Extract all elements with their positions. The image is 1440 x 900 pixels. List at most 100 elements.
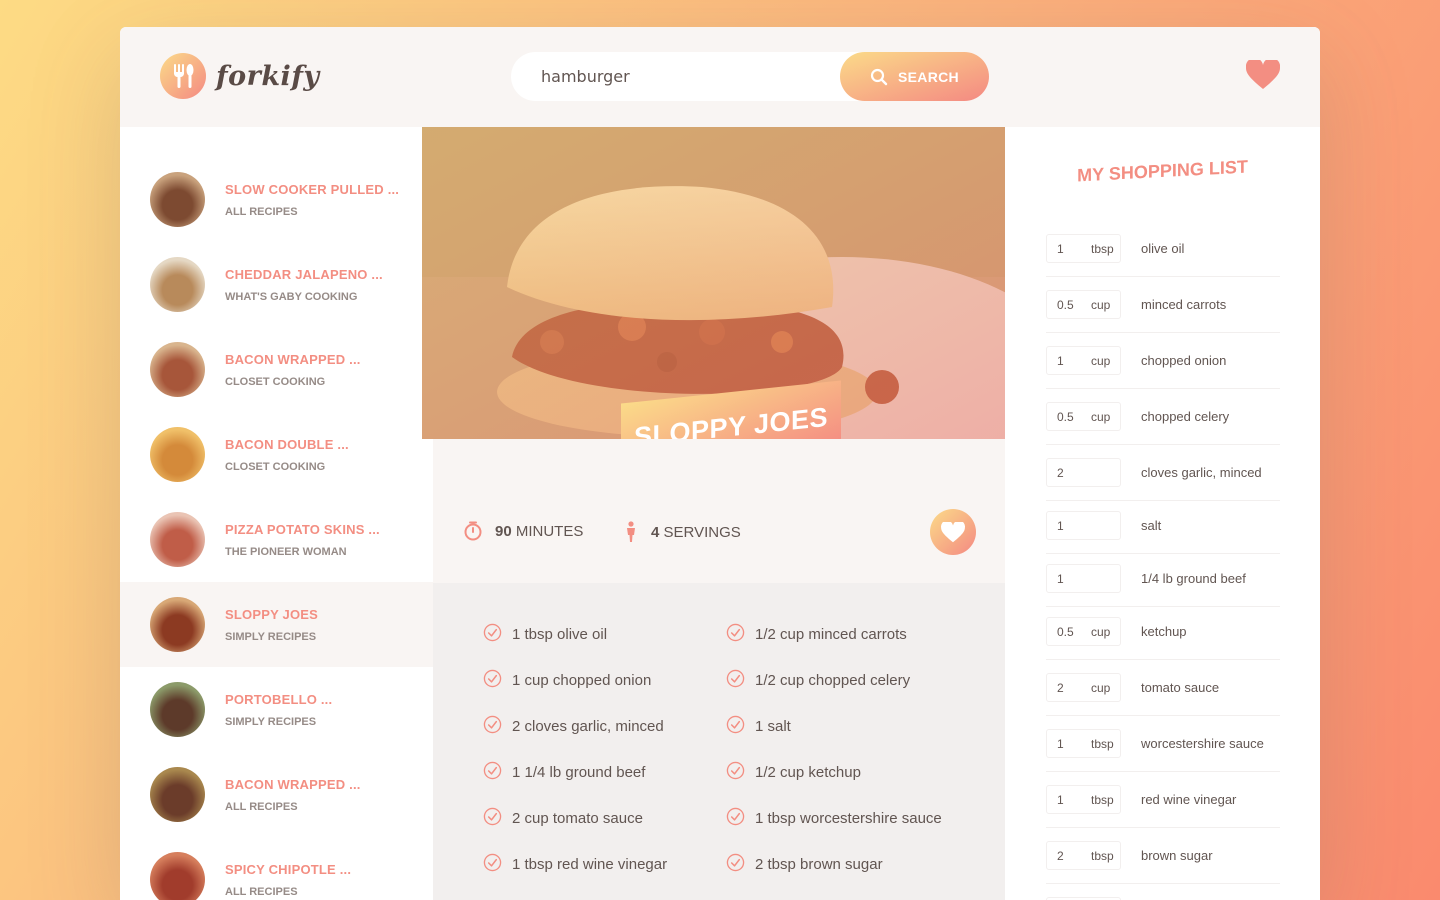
- result-item-active[interactable]: SLOPPY JOES SIMPLY RECIPES: [120, 582, 433, 667]
- shopping-count-field[interactable]: 0.5 cup: [1046, 402, 1121, 431]
- shopping-count-value[interactable]: 2: [1057, 466, 1091, 480]
- ingredient-item: 1 1/4 lb ground beef: [483, 761, 645, 784]
- check-icon: [483, 807, 502, 830]
- result-title: BACON WRAPPED ...: [225, 351, 361, 367]
- shopping-item: 1 tbsp red wine vinegar: [1046, 772, 1280, 828]
- ingredient-item: 1 cup chopped onion: [483, 669, 651, 692]
- result-title: CHEDDAR JALAPENO ...: [225, 266, 383, 282]
- heart-icon: [941, 521, 965, 542]
- ingredient-text: 1/2 cup minced carrots: [755, 626, 907, 643]
- logo[interactable]: forkify: [160, 53, 320, 99]
- brand-name: forkify: [216, 60, 320, 92]
- result-author: ALL RECIPES: [225, 800, 298, 813]
- search-button[interactable]: SEARCH: [840, 52, 989, 101]
- result-item[interactable]: CHEDDAR JALAPENO ... WHAT'S GABY COOKING: [120, 242, 433, 327]
- shopping-count-value[interactable]: 2: [1057, 681, 1091, 695]
- check-icon: [483, 669, 502, 692]
- shopping-count-value[interactable]: 1: [1057, 354, 1091, 368]
- result-thumbnail: [150, 682, 205, 737]
- result-title: SPICY CHIPOTLE ...: [225, 861, 352, 877]
- shopping-description: brown sugar: [1141, 848, 1213, 863]
- shopping-unit: cup: [1091, 680, 1111, 695]
- shopping-count-field[interactable]: 0.5 cup: [1046, 617, 1121, 646]
- result-author: ALL RECIPES: [225, 205, 298, 218]
- result-thumbnail: [150, 597, 205, 652]
- shopping-count-field[interactable]: 1 tbsp: [1046, 785, 1121, 814]
- check-icon: [483, 715, 502, 738]
- app-window: forkify SEARCH SLOW COOKER PULLED ...: [120, 27, 1320, 900]
- shopping-count-value[interactable]: 0.5: [1057, 298, 1091, 312]
- ingredient-item: 1 salt: [726, 715, 791, 738]
- shopping-list-heading: MY SHOPPING LIST: [1077, 156, 1248, 186]
- shopping-item: 1pinch ground cloves: [1046, 884, 1280, 900]
- shopping-count-field[interactable]: 2 cup: [1046, 673, 1121, 702]
- shopping-count-value[interactable]: 0.5: [1057, 625, 1091, 639]
- results-list: SLOW COOKER PULLED ... ALL RECIPES CHEDD…: [120, 127, 433, 900]
- shopping-count-field[interactable]: 1 cup: [1046, 346, 1121, 375]
- likes-heart-icon[interactable]: [1245, 57, 1281, 94]
- shopping-count-field[interactable]: 1: [1046, 511, 1121, 540]
- result-thumbnail: [150, 512, 205, 567]
- result-item[interactable]: BACON WRAPPED ... ALL RECIPES: [120, 752, 433, 837]
- check-icon: [483, 623, 502, 646]
- shopping-count-field[interactable]: 1: [1046, 564, 1121, 593]
- check-icon: [726, 853, 745, 876]
- shopping-count-field[interactable]: 1 tbsp: [1046, 234, 1121, 263]
- result-item[interactable]: PORTOBELLO ... SIMPLY RECIPES: [120, 667, 433, 752]
- shopping-unit: cup: [1091, 624, 1111, 639]
- ingredient-item: 1/2 cup chopped celery: [726, 669, 910, 692]
- shopping-item: 1 cup chopped onion: [1046, 333, 1280, 389]
- check-icon: [726, 807, 745, 830]
- result-title: BACON DOUBLE ...: [225, 436, 349, 452]
- shopping-count-value[interactable]: 1: [1057, 737, 1091, 751]
- shopping-item: 0.5 cup ketchup: [1046, 604, 1280, 660]
- shopping-count-field[interactable]: 0.5 cup: [1046, 290, 1121, 319]
- result-item[interactable]: BACON WRAPPED ... CLOSET COOKING: [120, 327, 433, 412]
- ingredient-text: 1 cup chopped onion: [512, 672, 652, 689]
- shopping-item: 1 tbsp worcestershire sauce: [1046, 716, 1280, 772]
- like-recipe-button[interactable]: [930, 509, 976, 555]
- result-thumbnail: [150, 427, 205, 482]
- shopping-item: 1 salt: [1046, 498, 1280, 554]
- shopping-unit: tbsp: [1091, 792, 1114, 807]
- shopping-unit: tbsp: [1091, 848, 1114, 863]
- ingredient-text: 1 salt: [755, 718, 791, 735]
- shopping-unit: tbsp: [1091, 241, 1114, 256]
- shopping-count-field[interactable]: 1 tbsp: [1046, 729, 1121, 758]
- shopping-item: 1 tbsp olive oil: [1046, 221, 1280, 277]
- shopping-count-value[interactable]: 1: [1057, 572, 1091, 586]
- result-thumbnail: [150, 342, 205, 397]
- shopping-description: olive oil: [1141, 241, 1185, 256]
- shopping-count-value[interactable]: 1: [1057, 242, 1091, 256]
- shopping-item: 1 1/4 lb ground beef: [1046, 551, 1280, 607]
- result-item[interactable]: BACON DOUBLE ... CLOSET COOKING: [120, 412, 433, 497]
- search-button-label: SEARCH: [898, 68, 959, 85]
- result-item[interactable]: SLOW COOKER PULLED ... ALL RECIPES: [120, 157, 433, 242]
- stopwatch-icon: [464, 521, 482, 541]
- ingredient-text: 2 cup tomato sauce: [512, 810, 643, 827]
- recipe-servings-count: 4: [651, 523, 660, 541]
- shopping-count-value[interactable]: 2: [1057, 849, 1091, 863]
- shopping-count-field[interactable]: 2: [1046, 458, 1121, 487]
- shopping-count-value[interactable]: 1: [1057, 519, 1091, 533]
- ingredient-text: 1 tbsp red wine vinegar: [512, 856, 668, 873]
- ingredient-item: 2 cup tomato sauce: [483, 807, 643, 830]
- ingredients-list: 1 tbsp olive oil 1/2 cup minced carrots …: [433, 583, 1005, 900]
- result-title: PORTOBELLO ...: [225, 691, 333, 707]
- result-author: CLOSET COOKING: [225, 460, 326, 473]
- check-icon: [726, 623, 745, 646]
- result-item[interactable]: SPICY CHIPOTLE ... ALL RECIPES: [120, 837, 433, 900]
- result-author: ALL RECIPES: [225, 885, 298, 898]
- ingredient-text: 1 1/4 lb ground beef: [512, 764, 646, 781]
- shopping-unit: cup: [1091, 409, 1111, 424]
- shopping-count-value[interactable]: 1: [1057, 793, 1091, 807]
- shopping-count-value[interactable]: 0.5: [1057, 410, 1091, 424]
- shopping-description: chopped celery: [1141, 409, 1230, 424]
- ingredient-text: 2 cloves garlic, minced: [512, 718, 664, 735]
- search-input[interactable]: [541, 67, 841, 86]
- result-thumbnail: [150, 852, 205, 900]
- shopping-count-field[interactable]: 2 tbsp: [1046, 841, 1121, 870]
- ingredient-item: 1 tbsp worcestershire sauce: [726, 807, 942, 830]
- result-author: THE PIONEER WOMAN: [225, 545, 347, 558]
- result-item[interactable]: PIZZA POTATO SKINS ... THE PIONEER WOMAN: [120, 497, 433, 582]
